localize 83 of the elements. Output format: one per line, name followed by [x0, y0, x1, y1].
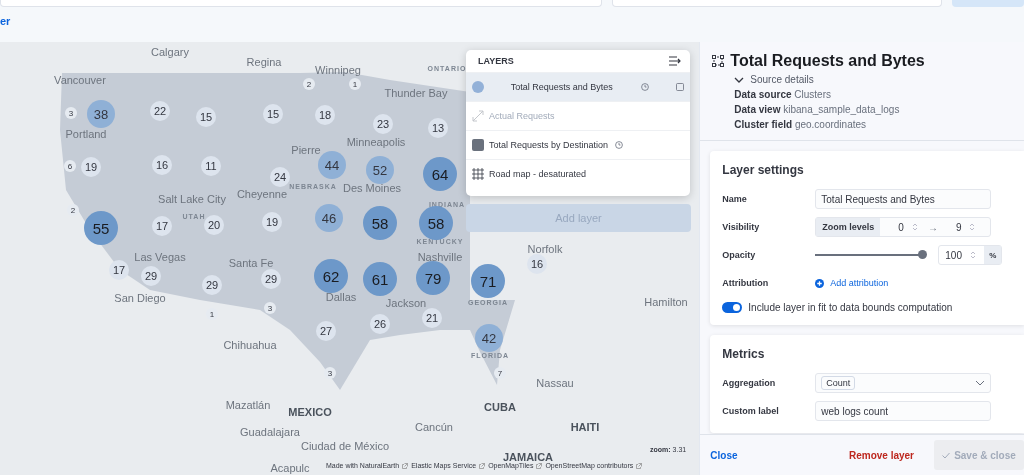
place-label: Guadalajara: [240, 426, 300, 438]
cluster-marker[interactable]: 3: [324, 367, 336, 379]
stepper-icon[interactable]: [970, 250, 976, 260]
check-icon: [942, 451, 951, 459]
place-label: Pierre: [291, 144, 321, 156]
place-label: Acapulc: [270, 462, 310, 474]
place-label: Jackson: [385, 297, 427, 309]
place-label: JAMAICA: [502, 451, 554, 463]
place-label: Portland: [65, 128, 107, 140]
place-label: Ciudad de México: [300, 440, 390, 452]
query-field[interactable]: [0, 0, 602, 7]
cluster-layer-icon: [712, 55, 725, 67]
place-label: San Diego: [114, 292, 166, 304]
external-link-icon: [402, 462, 409, 469]
close-button[interactable]: Close: [710, 449, 738, 461]
source-detail: Cluster field geo.coordinates: [734, 118, 868, 132]
layer-title: Total Requests and Bytes: [730, 52, 925, 70]
place-label: Regina: [246, 56, 282, 68]
place-label: Salt Lake City: [158, 193, 226, 205]
line-icon: [472, 110, 484, 122]
stepper-icon[interactable]: [911, 222, 918, 232]
place-label: Hamilton: [644, 296, 688, 308]
place-label: Santa Fe: [228, 257, 274, 269]
cluster-marker[interactable]: 16: [527, 254, 547, 274]
opacity-slider[interactable]: [815, 250, 924, 260]
source-detail: Data source Clusters: [734, 88, 832, 102]
place-label: Chihuahua: [223, 339, 277, 351]
place-label: Mazatlán: [225, 399, 271, 411]
section-title: Layer settings: [722, 163, 805, 177]
layer-item[interactable]: Road map - desaturated: [466, 159, 690, 188]
place-label: Calgary: [151, 46, 189, 58]
add-attribution-link[interactable]: Add attribution: [815, 278, 889, 288]
grid-icon: [472, 168, 484, 180]
stepper-icon[interactable]: [969, 222, 976, 232]
name-field[interactable]: Total Requests and Bytes: [815, 189, 992, 209]
external-link-icon: [536, 462, 543, 469]
toggle-switch[interactable]: [722, 301, 743, 313]
remove-layer-button[interactable]: Remove layer: [848, 449, 914, 461]
toggle-label: Include layer in fit to data bounds computation: [748, 301, 953, 313]
place-label: Thunder Bay: [384, 87, 448, 99]
filter-link[interactable]: er: [0, 15, 11, 27]
opacity-field[interactable]: 100 %: [938, 245, 1003, 265]
place-label: HAITI: [570, 421, 600, 433]
field-label: Name: [722, 194, 748, 204]
external-link-icon: [636, 462, 643, 469]
place-label: Nashville: [417, 251, 463, 263]
collapse-icon[interactable]: [668, 56, 682, 66]
field-label: Visibility: [722, 222, 761, 232]
field-label: Opacity: [722, 250, 757, 260]
place-label: Winnipeg: [315, 64, 361, 76]
place-label: Minneapolis: [346, 136, 406, 148]
circle-icon: [472, 81, 484, 93]
zoom-range-field[interactable]: Zoom levels 0 → 9: [815, 217, 992, 237]
layer-item[interactable]: Total Requests by Destination: [466, 130, 690, 159]
field-label: Attribution: [722, 278, 770, 288]
panel-title: LAYERS: [478, 56, 514, 66]
update-button[interactable]: [952, 0, 1024, 7]
place-label: Cheyenne: [236, 188, 288, 200]
plus-icon: [815, 278, 825, 288]
custom-label-field[interactable]: web logs count: [815, 401, 992, 421]
cluster-marker[interactable]: 42: [475, 324, 503, 352]
place-label: Des Moines: [342, 182, 402, 194]
field-label: Aggregation: [722, 378, 777, 388]
section-title: Metrics: [722, 347, 766, 361]
date-field[interactable]: [612, 0, 942, 7]
cluster-marker[interactable]: 71: [471, 264, 505, 298]
aggregation-select[interactable]: Count: [815, 373, 992, 393]
chevron-icon: [975, 380, 986, 386]
cluster-marker[interactable]: 17: [109, 260, 129, 280]
place-label: Dallas: [325, 291, 357, 303]
layer-item[interactable]: Total Requests and Bytes: [466, 72, 690, 101]
place-label: Nassau: [536, 377, 574, 389]
source-detail: Data view kibana_sample_data_logs: [734, 103, 901, 117]
place-label: Vancouver: [54, 74, 106, 86]
external-link-icon: [479, 462, 486, 469]
place-label: Norfolk: [527, 243, 563, 255]
place-label: CUBA: [484, 401, 516, 413]
source-details-toggle[interactable]: Source details: [734, 74, 814, 85]
field-label: Custom label: [722, 406, 780, 416]
square-icon: [472, 139, 484, 151]
place-label: MEXICO: [288, 406, 332, 418]
place-label: Las Vegas: [134, 251, 186, 263]
place-label: Cancún: [415, 421, 453, 433]
